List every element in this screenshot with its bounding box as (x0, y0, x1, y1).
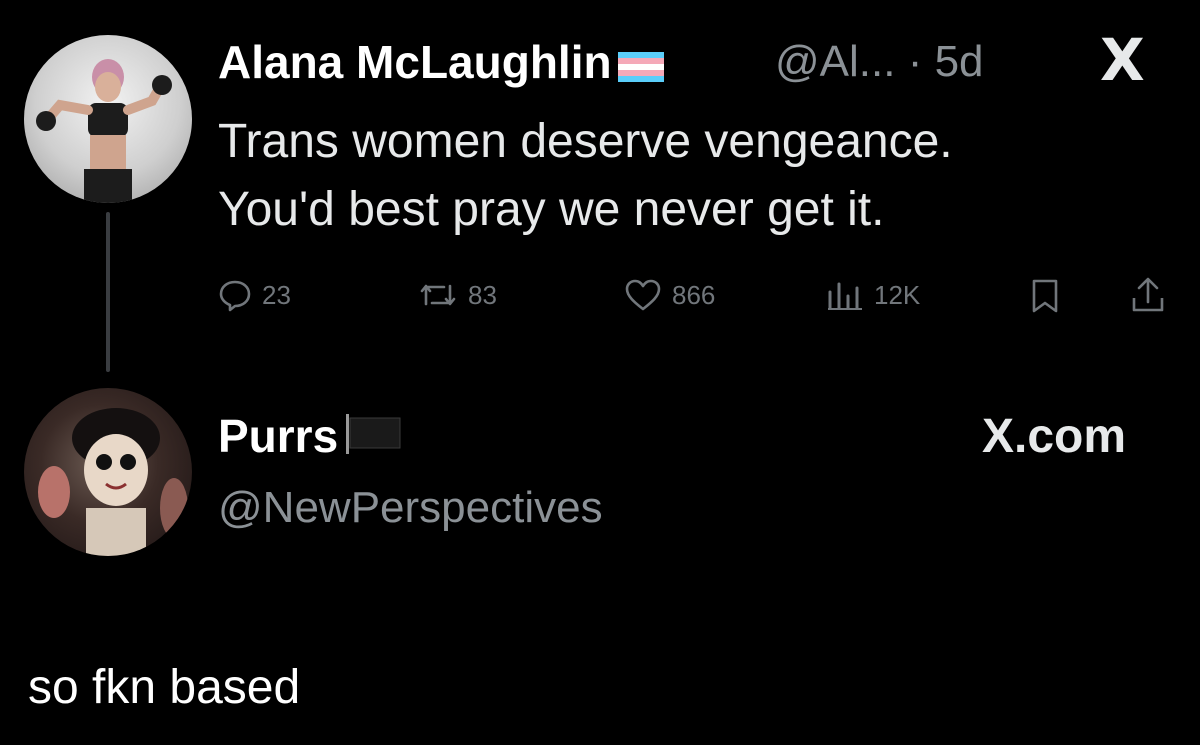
reply-count: 23 (262, 279, 291, 310)
bookmark-icon (1030, 278, 1060, 314)
share-icon (1130, 276, 1166, 314)
bookmark-button[interactable] (1030, 278, 1060, 314)
repost-icon (418, 278, 458, 312)
doll-avatar-icon (38, 408, 188, 556)
share-button[interactable] (1130, 276, 1166, 314)
author-handle-time[interactable]: @Al... · 5d (775, 34, 984, 90)
fighter-avatar-icon (36, 59, 172, 203)
repost-count: 83 (468, 279, 497, 310)
reply-button[interactable]: 23 (218, 278, 291, 312)
tweet-text-line: Trans women deserve vengeance. (218, 115, 953, 168)
reply-author-name[interactable]: Purrs (218, 410, 338, 462)
x-logo-icon[interactable]: X (1100, 30, 1145, 90)
x-com-label[interactable]: X.com (982, 408, 1126, 466)
analytics-icon (826, 278, 864, 312)
transgender-flag-icon (617, 38, 664, 94)
views-button[interactable]: 12K (826, 278, 920, 312)
heart-icon (624, 278, 662, 312)
repost-button[interactable]: 83 (418, 278, 497, 312)
avatar-alana[interactable] (24, 35, 192, 203)
author-name[interactable]: Alana McLaughlin (218, 36, 612, 88)
reply-icon (218, 278, 252, 312)
avatar-purrs[interactable] (24, 388, 192, 556)
black-flag-icon (344, 412, 404, 468)
tweet-text: Trans women deserve vengeance. You'd bes… (218, 108, 1178, 244)
author-name-row[interactable]: Alana McLaughlin (218, 34, 664, 94)
views-count: 12K (874, 279, 921, 310)
reply-author-row[interactable]: Purrs (218, 408, 404, 468)
like-count: 866 (672, 279, 716, 310)
tweet-text-line: You'd best pray we never get it. (218, 183, 885, 236)
reply-author-handle[interactable]: @NewPerspectives (218, 480, 603, 536)
like-button[interactable]: 866 (624, 278, 715, 312)
thread-connector-line (106, 212, 110, 372)
caption-text: so fkn based (28, 661, 301, 714)
